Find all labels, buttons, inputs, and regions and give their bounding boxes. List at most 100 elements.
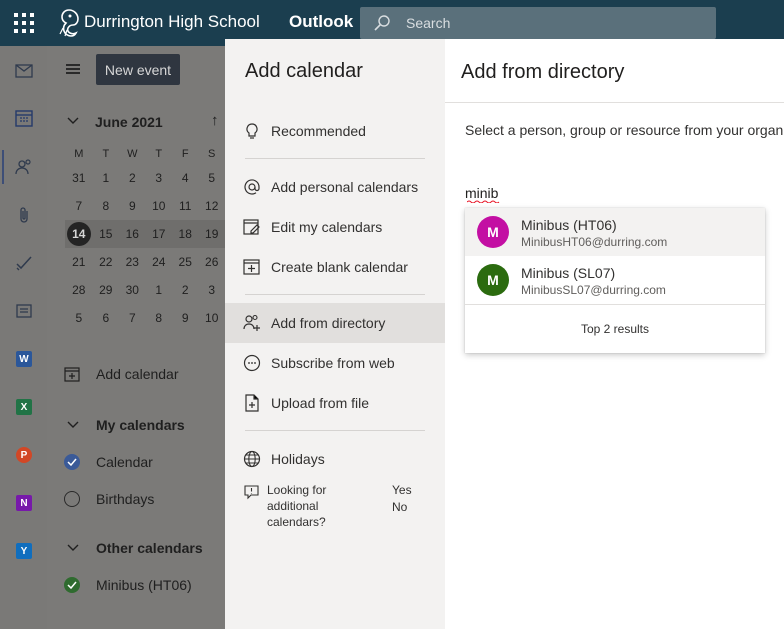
- day-cell[interactable]: 26: [198, 248, 225, 276]
- nav-add-personal[interactable]: Add personal calendars: [225, 167, 445, 207]
- yammer-icon[interactable]: Y: [14, 541, 34, 561]
- feedback-no-link[interactable]: No: [392, 499, 412, 516]
- nav-recommended[interactable]: Recommended: [225, 111, 445, 151]
- unchecked-circle-icon[interactable]: [64, 491, 80, 507]
- day-cell[interactable]: 8: [93, 192, 119, 220]
- weekday-label: F: [181, 148, 189, 160]
- nav-subscribe-web[interactable]: Subscribe from web: [225, 343, 445, 383]
- day-cell[interactable]: 31: [65, 164, 93, 192]
- day-cell[interactable]: 12: [198, 192, 225, 220]
- divider: [465, 304, 765, 305]
- search-box[interactable]: [360, 7, 716, 39]
- powerpoint-icon[interactable]: P: [14, 445, 34, 465]
- calendar-item-label: Birthdays: [96, 491, 155, 507]
- calendar-item-minibus[interactable]: Minibus (HT06): [64, 577, 192, 593]
- org-name[interactable]: Durrington High School: [84, 12, 260, 32]
- divider: [245, 158, 425, 159]
- app-name[interactable]: Outlook: [289, 12, 353, 32]
- divider: [445, 102, 784, 103]
- day-cell[interactable]: 3: [146, 164, 172, 192]
- hamburger-menu-icon[interactable]: [66, 64, 80, 74]
- day-cell[interactable]: 29: [93, 276, 119, 304]
- checked-circle-icon[interactable]: [64, 577, 80, 593]
- day-cell[interactable]: 1: [93, 164, 119, 192]
- app-rail: W X P N Y: [0, 46, 47, 629]
- search-input[interactable]: [406, 7, 706, 39]
- feedback-yes-link[interactable]: Yes: [392, 482, 412, 499]
- suggestion-email: MinibusHT06@durring.com: [521, 235, 668, 249]
- day-cell[interactable]: 1: [146, 276, 172, 304]
- day-cell[interactable]: 2: [119, 164, 145, 192]
- onenote-icon[interactable]: N: [14, 493, 34, 513]
- add-calendar-link[interactable]: Add calendar: [64, 366, 179, 382]
- weekday-label: W: [127, 148, 138, 160]
- day-cell[interactable]: 17: [145, 220, 172, 248]
- arrow-up-icon[interactable]: ↑: [211, 112, 219, 129]
- day-cell[interactable]: 4: [172, 164, 198, 192]
- day-cell[interactable]: 11: [172, 192, 198, 220]
- nav-add-directory[interactable]: Add from directory: [225, 303, 445, 343]
- attach-icon[interactable]: [14, 205, 34, 225]
- suggestion-item[interactable]: M Minibus (SL07) MinibusSL07@durring.com: [465, 256, 765, 304]
- todo-icon[interactable]: [14, 253, 34, 273]
- edit-calendar-icon: [243, 219, 260, 235]
- day-cell[interactable]: 2: [172, 276, 198, 304]
- day-cell[interactable]: 24: [146, 248, 172, 276]
- day-cell[interactable]: 21: [65, 248, 93, 276]
- groups-icon[interactable]: [14, 301, 34, 321]
- calendar-item-calendar[interactable]: Calendar: [64, 454, 153, 470]
- app-launcher-icon[interactable]: [14, 13, 34, 33]
- day-cell[interactable]: 10: [198, 304, 225, 332]
- nav-upload-file[interactable]: Upload from file: [225, 383, 445, 423]
- day-cell[interactable]: 8: [146, 304, 172, 332]
- day-cell[interactable]: 7: [119, 304, 145, 332]
- month-label[interactable]: June 2021: [95, 114, 163, 130]
- panel-title: Add from directory: [461, 61, 625, 83]
- weekday-label: S: [208, 148, 216, 160]
- day-cell[interactable]: 28: [65, 276, 93, 304]
- day-cell[interactable]: 7: [65, 192, 93, 220]
- mail-icon[interactable]: [14, 61, 34, 81]
- calendar-item-birthdays[interactable]: Birthdays: [64, 491, 154, 507]
- day-cell[interactable]: 16: [119, 220, 146, 248]
- excel-icon[interactable]: X: [14, 397, 34, 417]
- day-cell[interactable]: 15: [92, 220, 120, 248]
- dialog-title: Add calendar: [245, 60, 363, 82]
- school-logo: [59, 9, 79, 37]
- my-calendars-header[interactable]: My calendars: [66, 417, 185, 433]
- nav-edit-my[interactable]: Edit my calendars: [225, 207, 445, 247]
- suggestion-item[interactable]: M Minibus (HT06) MinibusHT06@durring.com: [465, 208, 765, 256]
- day-cell[interactable]: 25: [172, 248, 198, 276]
- checked-circle-icon[interactable]: [64, 454, 80, 470]
- day-cell[interactable]: 9: [172, 304, 198, 332]
- search-icon: [374, 15, 390, 31]
- day-cell-today[interactable]: 14: [65, 220, 93, 248]
- day-cell[interactable]: 22: [93, 248, 119, 276]
- other-calendars-header[interactable]: Other calendars: [66, 540, 203, 556]
- day-cell[interactable]: 6: [93, 304, 119, 332]
- day-cell[interactable]: 10: [146, 192, 172, 220]
- day-cell[interactable]: 9: [119, 192, 145, 220]
- directory-search-input[interactable]: [465, 182, 765, 204]
- nav-label: Add personal calendars: [271, 179, 419, 195]
- day-cell[interactable]: 23: [119, 248, 145, 276]
- nav-create-blank[interactable]: Create blank calendar: [225, 247, 445, 287]
- calendar-icon[interactable]: [14, 108, 34, 128]
- add-calendar-icon: [64, 367, 80, 382]
- day-cell[interactable]: 30: [119, 276, 145, 304]
- day-cell[interactable]: 3: [198, 276, 225, 304]
- day-cell[interactable]: 18: [171, 220, 199, 248]
- directory-suggestions: M Minibus (HT06) MinibusHT06@durring.com…: [465, 208, 765, 353]
- people-icon[interactable]: [14, 157, 34, 177]
- word-icon[interactable]: W: [14, 349, 34, 369]
- nav-holidays[interactable]: Holidays: [225, 439, 445, 479]
- suggestion-name: Minibus (SL07): [521, 265, 616, 281]
- chevron-down-icon[interactable]: [66, 114, 80, 128]
- day-cell[interactable]: 5: [198, 164, 225, 192]
- day-cell[interactable]: 19: [198, 220, 225, 248]
- nav-label: Add from directory: [271, 315, 386, 331]
- panel-description: Select a person, group or resource from …: [465, 122, 784, 138]
- nav-label: Subscribe from web: [271, 355, 395, 371]
- day-cell[interactable]: 5: [65, 304, 93, 332]
- new-event-button[interactable]: New event: [96, 54, 180, 85]
